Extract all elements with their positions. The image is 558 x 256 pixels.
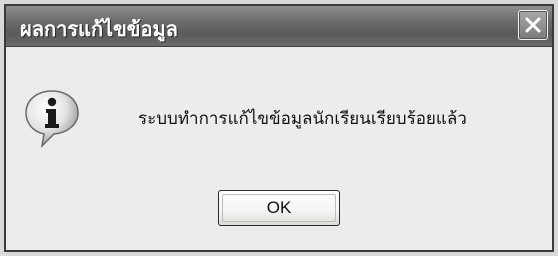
ok-button[interactable]: OK	[218, 190, 340, 226]
close-button[interactable]	[518, 10, 548, 40]
dialog-title: ผลการแก้ไขข้อมูล	[20, 17, 178, 41]
message-dialog: ผลการแก้ไขข้อมูล ระบบทำการแก้ไขข้อมูลนัก…	[4, 4, 554, 252]
message-text: ระบบทำการแก้ไขข้อมูลนักเรียนเรียบร้อยแล้…	[138, 109, 467, 129]
title-bar[interactable]: ผลการแก้ไขข้อมูล	[6, 6, 552, 47]
close-icon	[525, 17, 541, 33]
info-icon	[25, 90, 79, 149]
